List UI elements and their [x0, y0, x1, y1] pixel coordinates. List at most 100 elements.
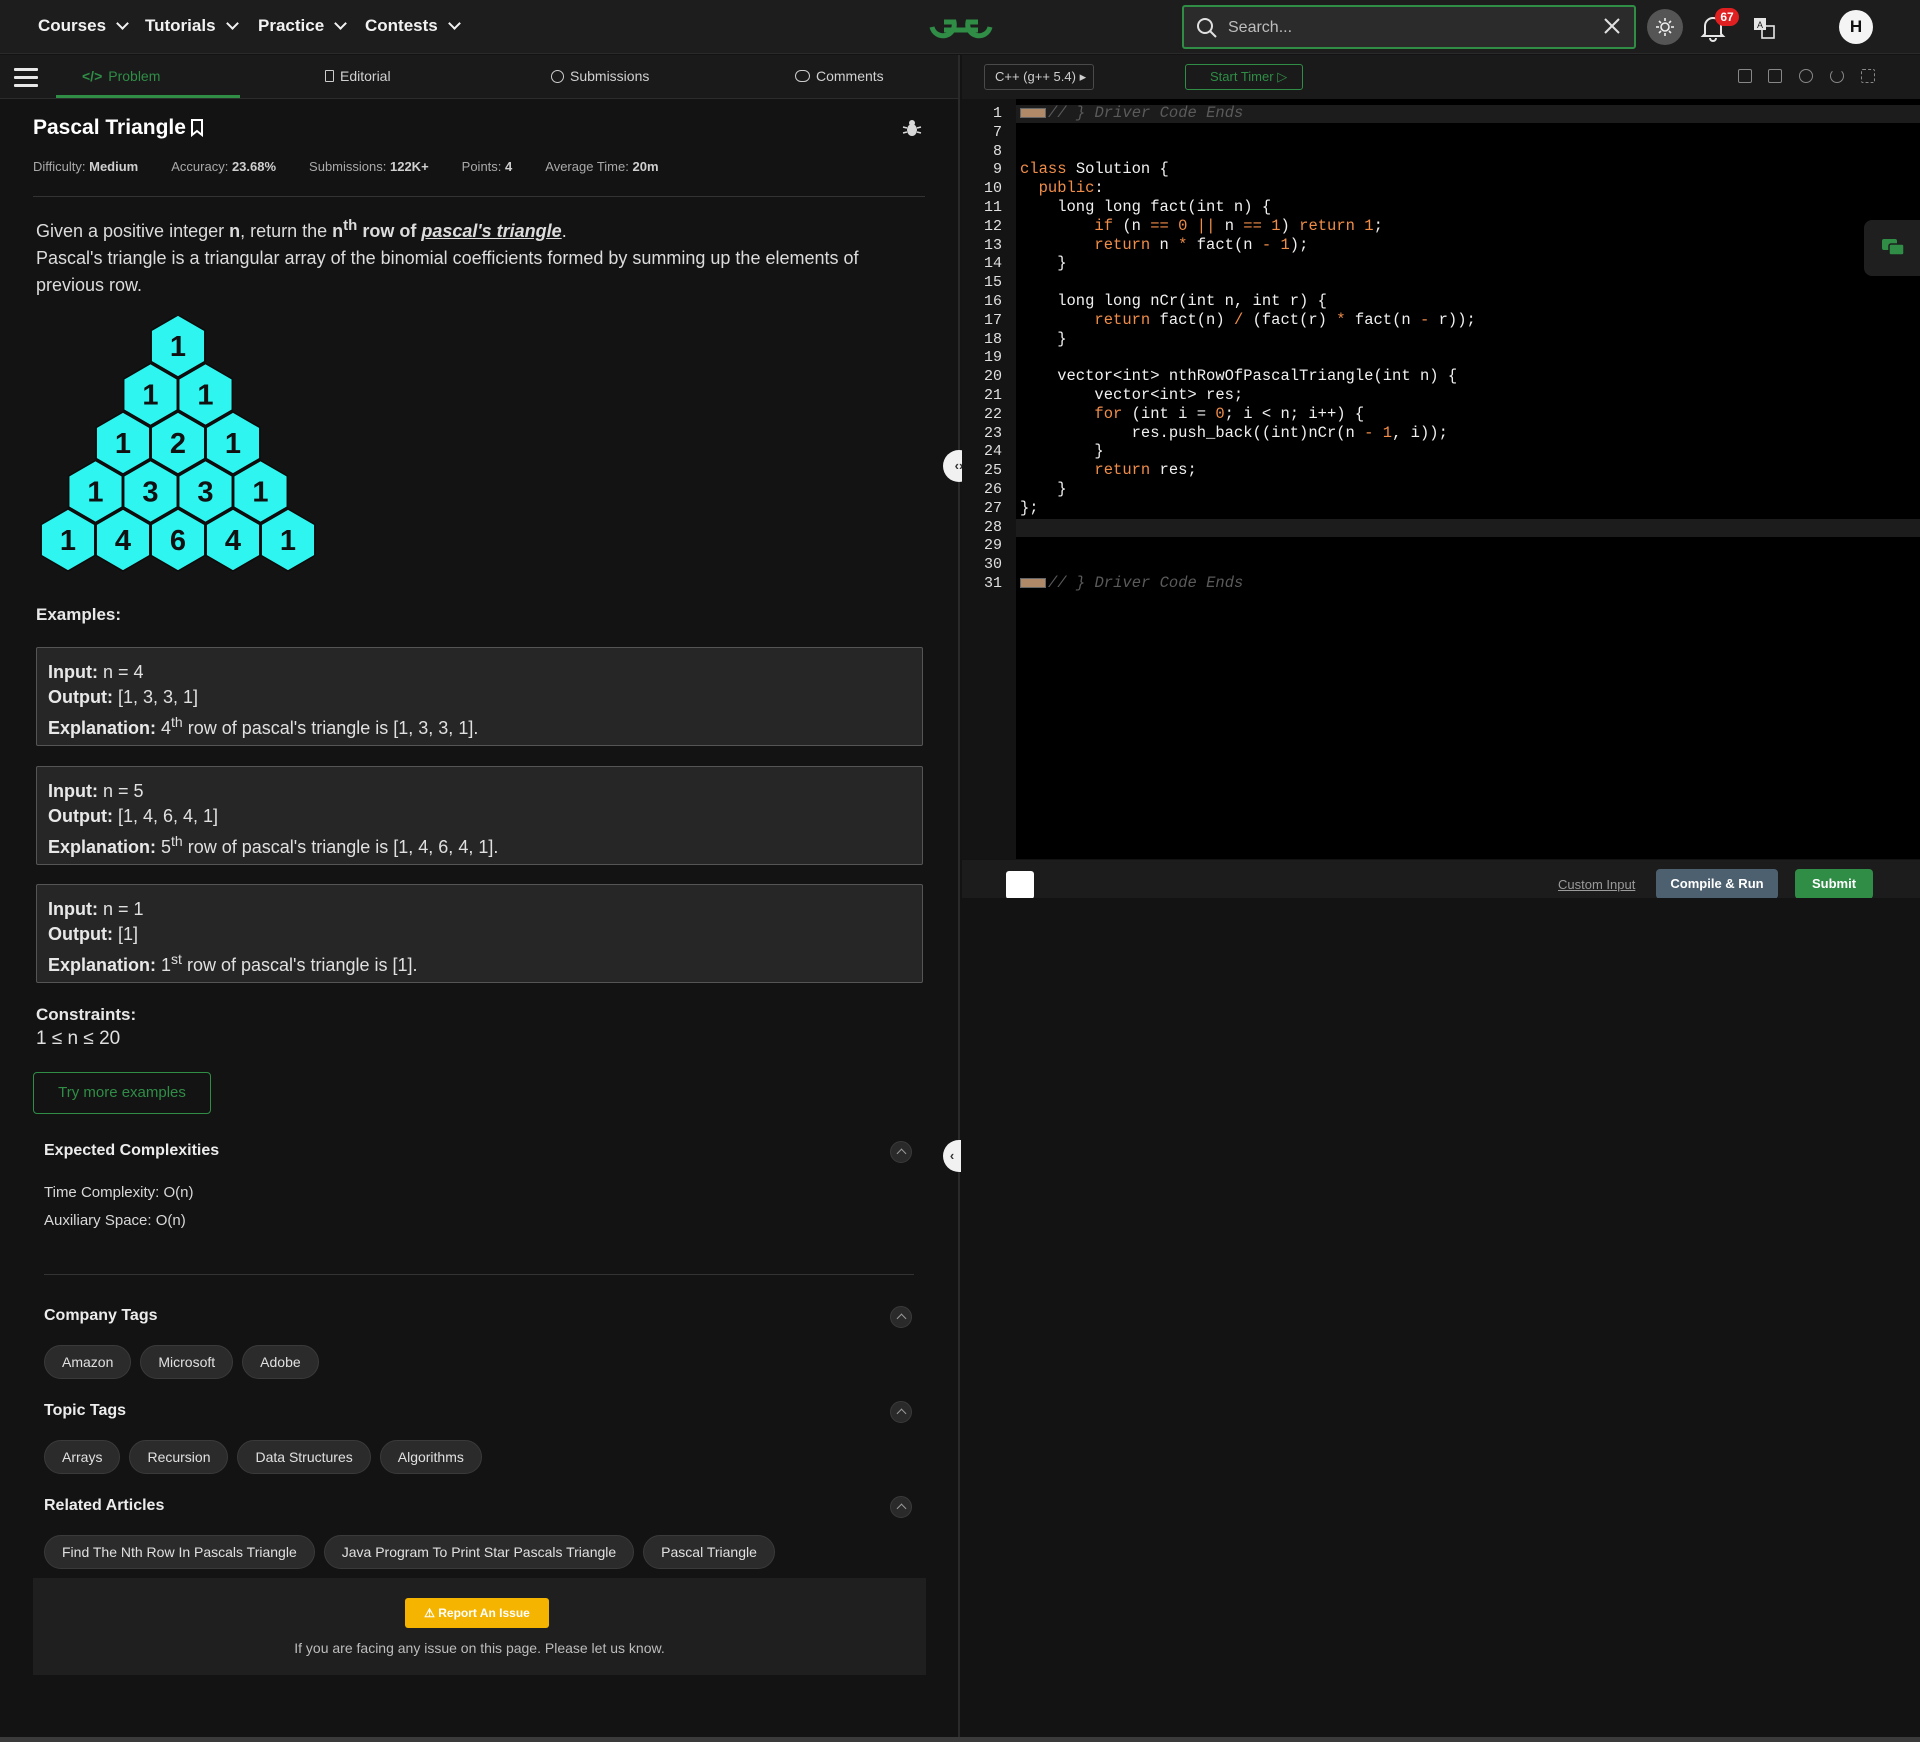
code-line[interactable]: if (n == 0 || n == 1) return 1;: [1020, 217, 1382, 235]
hamburger-menu-icon[interactable]: [14, 68, 38, 87]
line-number: 18: [983, 330, 1002, 348]
description-paragraph-1: Given a positive integer n, return the n…: [36, 217, 567, 241]
company-tags-heading: Company Tags: [44, 1307, 158, 1324]
collapse-icon[interactable]: [890, 1141, 912, 1163]
tab-comments[interactable]: Comments: [795, 68, 884, 84]
tab-editorial-label: Editorial: [340, 68, 391, 84]
tag-chip[interactable]: Arrays: [44, 1440, 121, 1474]
problem-title-text: Pascal Triangle: [33, 116, 186, 139]
close-icon[interactable]: [1602, 16, 1622, 36]
triangle-cell-value: 1: [197, 380, 213, 412]
example-box: Input: n = 4 Output: [1, 3, 3, 1] Explan…: [36, 647, 923, 746]
code-line[interactable]: long long nCr(int n, int r) {: [1020, 292, 1327, 310]
code-line[interactable]: }: [1020, 442, 1103, 460]
report-issue-label: Report An Issue: [438, 1606, 530, 1620]
collapse-icon[interactable]: [890, 1401, 912, 1423]
chevron-down-icon: [225, 16, 239, 30]
bottom-scrollbar[interactable]: [0, 1737, 1920, 1742]
translate-icon[interactable]: A: [1753, 17, 1775, 39]
code-line[interactable]: return n * fact(n - 1);: [1020, 236, 1308, 254]
try-more-examples-button[interactable]: Try more examples: [33, 1072, 211, 1114]
active-tab-indicator: [56, 95, 240, 98]
tag-chip[interactable]: Recursion: [129, 1440, 229, 1474]
fullscreen-icon[interactable]: [1861, 69, 1875, 83]
pascals-triangle-link[interactable]: pascal's triangle: [421, 221, 561, 241]
collapse-icon[interactable]: [890, 1496, 912, 1518]
article-chip[interactable]: Java Program To Print Star Pascals Trian…: [323, 1535, 635, 1569]
code-line[interactable]: }: [1020, 254, 1066, 272]
code-line[interactable]: }: [1020, 480, 1066, 498]
code-line[interactable]: vector<int> res;: [1020, 386, 1243, 404]
code-line[interactable]: long long fact(int n) {: [1020, 198, 1271, 216]
submit-button[interactable]: Submit: [1795, 869, 1873, 899]
time-complexity: Time Complexity: O(n): [44, 1184, 194, 1201]
nav-tutorials[interactable]: Tutorials: [145, 16, 239, 36]
collapse-icon[interactable]: [890, 1306, 912, 1328]
constraints-heading: Constraints:: [36, 1005, 137, 1024]
code-line[interactable]: res.push_back((int)nCr(n - 1, i));: [1020, 424, 1448, 442]
code-line[interactable]: public:: [1020, 179, 1104, 197]
code-line[interactable]: // } Driver Code Ends: [1020, 574, 1243, 592]
code-line[interactable]: };: [1020, 499, 1039, 517]
tag-chip[interactable]: Microsoft: [140, 1345, 234, 1379]
line-number: 22: [983, 405, 1002, 423]
tab-submissions[interactable]: Submissions: [551, 68, 649, 84]
custom-input-link[interactable]: Custom Input: [1558, 877, 1635, 892]
nav-practice[interactable]: Practice: [258, 16, 348, 36]
meta-difficulty: Difficulty: Medium: [33, 159, 139, 174]
bug-icon[interactable]: [902, 118, 922, 138]
constraints-text: 1 ≤ n ≤ 20: [36, 1028, 121, 1049]
code-editor[interactable]: 1 // } Driver Code Ends 7 8 9 class Solution …: [962, 99, 1920, 859]
copy-icon[interactable]: [1738, 69, 1752, 83]
app-root: Courses Tutorials Practice Contests Sear…: [0, 0, 1920, 1742]
start-timer-button[interactable]: Start Timer ▷: [1185, 64, 1303, 90]
tag-chip[interactable]: Data Structures: [237, 1440, 371, 1474]
code-line[interactable]: }: [1020, 330, 1066, 348]
tab-editorial[interactable]: Editorial: [325, 68, 391, 84]
line-number: 24: [983, 443, 1002, 461]
nav-contests-label: Contests: [365, 16, 438, 35]
search-box[interactable]: Search...: [1182, 5, 1636, 49]
theme-toggle-button[interactable]: [1647, 9, 1683, 45]
editor-toolbar: C++ (g++ 5.4) ▸ Start Timer ▷: [962, 55, 1920, 99]
triangle-cell-value: 1: [115, 428, 131, 460]
tag-chip[interactable]: Adobe: [242, 1345, 319, 1379]
tag-chip[interactable]: Algorithms: [379, 1440, 482, 1474]
code-line[interactable]: return res;: [1020, 461, 1196, 479]
file-icon[interactable]: [1768, 69, 1782, 83]
chat-button[interactable]: [1864, 220, 1920, 276]
collapse-pane-icon[interactable]: ‹: [943, 1140, 961, 1172]
reset-icon[interactable]: [1830, 69, 1844, 83]
pane-divider[interactable]: [958, 55, 960, 1742]
line-number: 30: [983, 556, 1002, 574]
line-number: 28: [983, 518, 1002, 536]
avatar[interactable]: H: [1839, 10, 1873, 44]
gfg-logo[interactable]: [926, 8, 996, 46]
line-number: 25: [983, 462, 1002, 480]
code-line[interactable]: for (int i = 0; i < n; i++) {: [1020, 405, 1364, 423]
divider: [44, 1274, 914, 1275]
article-chip[interactable]: Pascal Triangle: [643, 1535, 775, 1569]
search-input[interactable]: Search...: [1228, 19, 1292, 37]
article-chip[interactable]: Find The Nth Row In Pascals Triangle: [44, 1535, 315, 1569]
nav-contests[interactable]: Contests: [365, 16, 461, 36]
code-line[interactable]: return fact(n) / (fact(r) * fact(n - r))…: [1020, 311, 1475, 329]
language-select[interactable]: C++ (g++ 5.4) ▸: [984, 64, 1094, 90]
code-line[interactable]: vector<int> nthRowOfPascalTriangle(int n…: [1020, 367, 1457, 385]
page-title: Pascal Triangle: [33, 116, 204, 140]
svg-text:A: A: [1757, 20, 1763, 30]
lightbulb-icon[interactable]: [1006, 871, 1034, 899]
settings-icon[interactable]: [1799, 69, 1813, 83]
tag-chip[interactable]: Amazon: [44, 1345, 132, 1379]
bookmark-icon[interactable]: [190, 119, 204, 137]
nav-courses[interactable]: Courses: [38, 16, 129, 36]
code-line[interactable]: class Solution {: [1020, 160, 1169, 178]
active-line-highlight: [1016, 518, 1920, 537]
report-issue-button[interactable]: ⚠ Report An Issue: [405, 1598, 549, 1628]
compile-run-button[interactable]: Compile & Run: [1656, 869, 1778, 899]
code-line[interactable]: // } Driver Code Ends: [1020, 104, 1243, 122]
language-select-label: C++ (g++ 5.4): [995, 69, 1076, 84]
tab-problem[interactable]: </> Problem: [82, 68, 160, 84]
related-articles-heading: Related Articles: [44, 1497, 165, 1514]
chat-icon: [1882, 239, 1905, 256]
